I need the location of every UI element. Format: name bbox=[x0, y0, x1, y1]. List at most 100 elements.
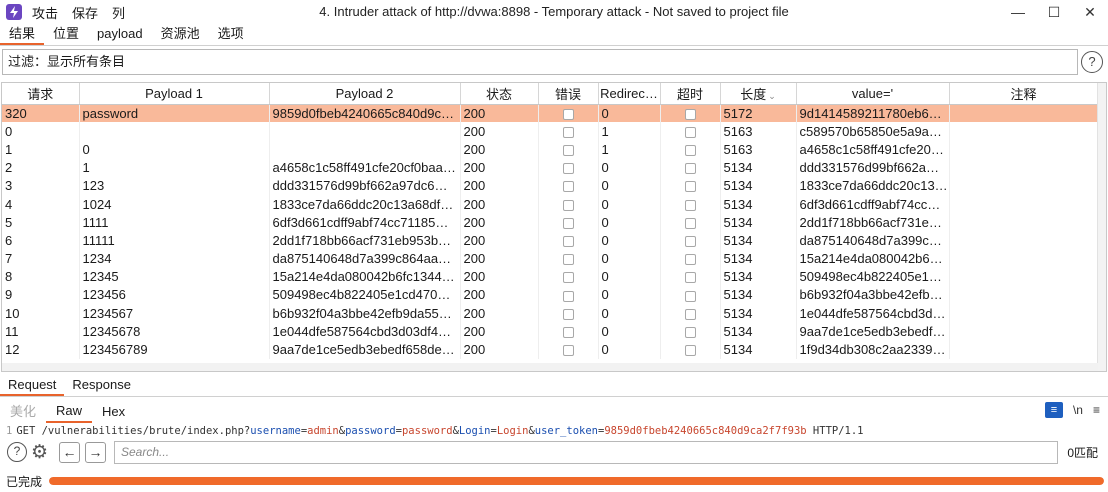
col-value-cell: da875140648d7a399c… bbox=[796, 231, 950, 250]
previous-match-button[interactable]: ← bbox=[59, 442, 80, 463]
error-checkbox[interactable] bbox=[562, 181, 574, 193]
error-checkbox[interactable] bbox=[562, 199, 574, 211]
col-redirect-cell: 0 bbox=[598, 304, 661, 323]
tab-pretty[interactable]: 美化 bbox=[0, 402, 46, 422]
vertical-scrollbar[interactable] bbox=[1097, 83, 1106, 371]
timeout-checkbox[interactable] bbox=[684, 254, 696, 266]
table-row[interactable]: 10 1234567 b6b932f04a3bbe42efb9da55… 200 0 51… bbox=[2, 304, 1099, 323]
table-row[interactable]: 11 12345678 1e044dfe587564cbd3d03df4… 200 0 5… bbox=[2, 322, 1099, 341]
timeout-checkbox[interactable] bbox=[684, 199, 696, 211]
col-request-header[interactable]: 请求 bbox=[2, 83, 80, 105]
search-input[interactable]: Search... bbox=[114, 441, 1058, 464]
error-cell bbox=[538, 249, 599, 268]
col-value-cell: 6df3d661cdff9abf74cc… bbox=[796, 194, 950, 214]
table-row[interactable]: 1 0 200 1 5163 a4658c1c58ff491cfe20… bbox=[2, 140, 1099, 159]
timeout-checkbox[interactable] bbox=[684, 217, 696, 229]
close-button[interactable]: ✕ bbox=[1072, 0, 1108, 24]
timeout-checkbox[interactable] bbox=[684, 145, 696, 157]
show-newlines-icon[interactable]: \n bbox=[1073, 403, 1083, 417]
table-row[interactable]: 7 1234 da875140648d7a399c864aa… 200 0 5134 15a… bbox=[2, 249, 1099, 268]
error-checkbox[interactable] bbox=[562, 235, 574, 247]
col-length-header[interactable]: 长度 ⌄ bbox=[720, 83, 797, 105]
timeout-checkbox[interactable] bbox=[684, 181, 696, 193]
col-payload2-header[interactable]: Payload 2 bbox=[269, 83, 461, 105]
timeout-checkbox[interactable] bbox=[684, 290, 696, 302]
error-checkbox[interactable] bbox=[562, 163, 574, 175]
timeout-checkbox[interactable] bbox=[684, 326, 696, 338]
table-row[interactable]: 4 1024 1833ce7da66ddc20c13a68df… 200 0 5134 6d… bbox=[2, 194, 1099, 214]
col-timeout-header[interactable]: 超时 bbox=[660, 83, 721, 105]
tab-request[interactable]: Request bbox=[0, 374, 65, 396]
table-row[interactable]: 9 123456 509498ec4b822405e1cd470… 200 0 5134 b… bbox=[2, 285, 1099, 305]
timeout-checkbox[interactable] bbox=[684, 235, 696, 247]
col-value-header[interactable]: value=' bbox=[796, 83, 950, 105]
col-payload1-header[interactable]: Payload 1 bbox=[79, 83, 270, 105]
next-match-button[interactable]: → bbox=[85, 442, 106, 463]
col-comment-header[interactable]: 注释 bbox=[949, 83, 1099, 105]
error-checkbox[interactable] bbox=[562, 345, 574, 357]
view-tabs: 美化 Raw Hex ≡ \n ≡ bbox=[0, 401, 1108, 423]
tab-response[interactable]: Response bbox=[64, 374, 139, 396]
table-row[interactable]: 12 123456789 9aa7de1ce5edb3ebedf658de… 200 0… bbox=[2, 340, 1099, 359]
menu-save[interactable]: 保存 bbox=[72, 3, 98, 22]
col-redirect-cell: 0 bbox=[598, 249, 661, 268]
col-value-cell: 1e044dfe587564cbd3d… bbox=[796, 304, 950, 323]
help-icon[interactable]: ? bbox=[1081, 51, 1103, 73]
table-row[interactable]: 8 12345 15a214e4da080042b6fc1344… 200 0 5134 5… bbox=[2, 267, 1099, 286]
maximize-button[interactable]: ☐ bbox=[1036, 0, 1072, 24]
gear-icon[interactable]: ⚙ bbox=[31, 441, 48, 464]
table-row[interactable]: 3 123 ddd331576d99bf662a97dc6… 200 0 5134 1833… bbox=[2, 176, 1099, 195]
error-checkbox[interactable] bbox=[562, 108, 574, 120]
error-checkbox[interactable] bbox=[562, 217, 574, 229]
horizontal-scrollbar[interactable] bbox=[2, 363, 1098, 371]
error-checkbox[interactable] bbox=[562, 254, 574, 266]
col-value-cell: 1833ce7da66ddc20c13… bbox=[796, 176, 950, 195]
error-checkbox[interactable] bbox=[562, 290, 574, 302]
col-status-cell: 200 bbox=[460, 104, 539, 123]
tab-options[interactable]: 选项 bbox=[209, 23, 253, 45]
tab-hex[interactable]: Hex bbox=[92, 402, 135, 422]
tab-results[interactable]: 结果 bbox=[0, 23, 45, 45]
help-icon[interactable]: ? bbox=[7, 442, 27, 462]
table-row[interactable]: 5 1111 6df3d661cdff9abf74cc71185… 200 0 5134 2… bbox=[2, 213, 1099, 232]
menu-columns[interactable]: 列 bbox=[112, 3, 125, 22]
col-status-header[interactable]: 状态 bbox=[460, 83, 539, 105]
col-redirect-header[interactable]: Redirec… bbox=[598, 83, 661, 105]
hamburger-menu-icon[interactable]: ≡ bbox=[1093, 403, 1100, 417]
filter-bar[interactable]: 过滤：显示所有条目 bbox=[2, 49, 1078, 75]
col-error-header[interactable]: 错误 bbox=[538, 83, 599, 105]
table-row[interactable]: 2 1 a4658c1c58ff491cfe20cf0baa… 200 0 5134 ddd… bbox=[2, 158, 1099, 177]
error-checkbox[interactable] bbox=[562, 308, 574, 320]
col-payload2-cell: da875140648d7a399c864aa… bbox=[269, 249, 461, 268]
minimize-button[interactable]: — bbox=[1000, 0, 1036, 24]
col-comment-cell bbox=[949, 140, 1099, 159]
error-checkbox[interactable] bbox=[562, 326, 574, 338]
col-request-cell: 12 bbox=[2, 340, 80, 359]
timeout-checkbox[interactable] bbox=[684, 126, 696, 138]
timeout-checkbox[interactable] bbox=[684, 345, 696, 357]
timeout-checkbox[interactable] bbox=[684, 308, 696, 320]
timeout-checkbox[interactable] bbox=[684, 163, 696, 175]
tab-raw[interactable]: Raw bbox=[46, 401, 93, 423]
error-checkbox[interactable] bbox=[562, 145, 574, 157]
col-value-cell: 15a214e4da080042b6… bbox=[796, 249, 950, 268]
error-checkbox[interactable] bbox=[562, 272, 574, 284]
menu-attack[interactable]: 攻击 bbox=[32, 3, 58, 22]
timeout-checkbox[interactable] bbox=[684, 108, 696, 120]
col-payload1-cell: 1234 bbox=[79, 249, 270, 268]
timeout-cell bbox=[660, 158, 721, 177]
table-row[interactable]: 320 password 9859d0fbeb4240665c840d9c… 200 0… bbox=[2, 104, 1099, 123]
timeout-cell bbox=[660, 176, 721, 195]
timeout-cell bbox=[660, 122, 721, 141]
raw-request-editor[interactable]: 1 GET /vulnerabilities/brute/index.php?us… bbox=[0, 424, 1108, 438]
col-status-cell: 200 bbox=[460, 176, 539, 195]
table-row[interactable]: 0 200 1 5163 c589570b65850e5a9a… bbox=[2, 122, 1099, 141]
error-checkbox[interactable] bbox=[562, 126, 574, 138]
col-length-cell: 5172 bbox=[720, 104, 797, 123]
tab-positions[interactable]: 位置 bbox=[44, 23, 88, 45]
tab-payloads[interactable]: payload bbox=[88, 23, 152, 45]
tab-resource-pool[interactable]: 资源池 bbox=[152, 23, 209, 45]
wrap-lines-icon[interactable]: ≡ bbox=[1044, 402, 1063, 418]
table-row[interactable]: 6 11111 2dd1f718bb66acf731eb953b… 200 0 5134 d… bbox=[2, 231, 1099, 250]
timeout-checkbox[interactable] bbox=[684, 272, 696, 284]
